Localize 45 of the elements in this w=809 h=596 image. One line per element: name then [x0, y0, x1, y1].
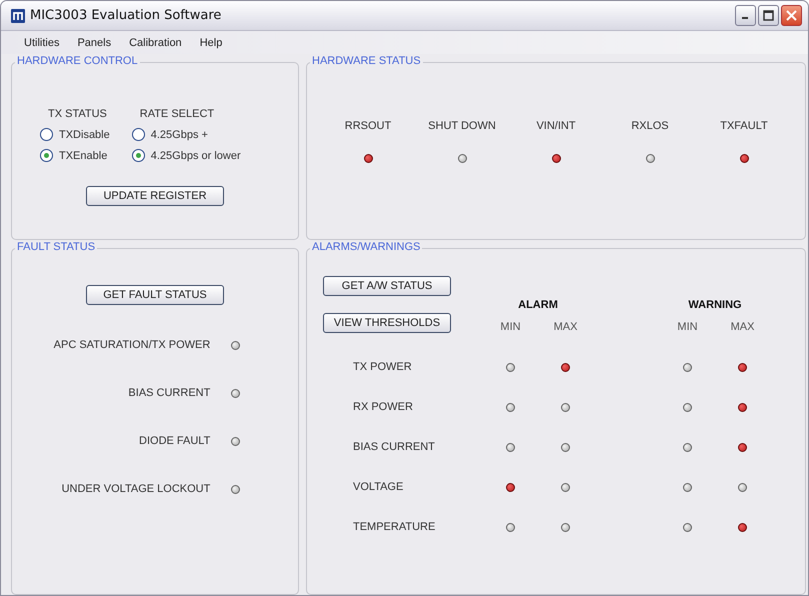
update-register-button[interactable]: UPDATE REGISTER: [86, 186, 224, 206]
column-header: MIN: [500, 321, 521, 333]
group-label: RATE SELECT: [138, 108, 216, 120]
indicator-label: VIN/INT: [536, 120, 576, 132]
group-label: TX STATUS: [47, 108, 108, 120]
window-title: MIC3003 Evaluation Software: [30, 8, 222, 23]
panel-title: FAULT STATUS: [15, 241, 98, 253]
fault-label: DIODE FAULT: [139, 435, 210, 447]
column-header: MAX: [554, 321, 578, 333]
get-fault-status-button[interactable]: GET FAULT STATUS: [86, 285, 224, 305]
menu-item[interactable]: Help: [190, 36, 232, 48]
indicator-label: RXLOS: [631, 120, 669, 132]
menu-item[interactable]: Panels: [68, 36, 120, 48]
group-heading: WARNING: [688, 299, 742, 311]
maximize-icon: [763, 10, 774, 21]
column-header: MIN: [677, 321, 698, 333]
panel-title: HARDWARE CONTROL: [15, 55, 140, 67]
minimize-button[interactable]: [735, 5, 756, 26]
panel-action-button[interactable]: GET A/W STATUS: [323, 276, 451, 296]
row-label: TX POWER: [352, 360, 412, 375]
panel-action-button[interactable]: VIEW THRESHOLDS: [323, 312, 451, 332]
close-icon: [786, 10, 797, 21]
panel-title: ALARMS/WARNINGS: [310, 241, 422, 253]
menu-item[interactable]: Calibration: [120, 36, 191, 48]
fault-label: BIAS CURRENT: [128, 387, 210, 399]
radio-option[interactable]: 4.25Gbps or lower: [132, 149, 241, 162]
indicator-label: SHUT DOWN: [428, 120, 496, 132]
row-label: VOLTAGE: [352, 480, 404, 495]
radio-option[interactable]: TXDisable: [40, 128, 110, 141]
row-label: BIAS CURRENT: [352, 440, 435, 455]
row-label: RX POWER: [352, 400, 413, 415]
panel-title: HARDWARE STATUS: [310, 55, 423, 67]
radio-option[interactable]: TXEnable: [40, 149, 110, 162]
indicator-label: TXFAULT: [720, 120, 768, 132]
indicator-label: RRSOUT: [344, 120, 392, 132]
radio-option[interactable]: 4.25Gbps +: [132, 128, 241, 141]
row-label: TEMPERATURE: [352, 520, 436, 535]
app-logo-icon: [11, 8, 25, 22]
fault-label: APC SATURATION/TX POWER: [54, 339, 210, 351]
menu-item[interactable]: Utilities: [15, 36, 68, 48]
maximize-button[interactable]: [758, 5, 779, 26]
group-heading: ALARM: [518, 299, 558, 311]
close-button[interactable]: [781, 5, 802, 26]
column-header: MAX: [730, 321, 754, 333]
fault-label: UNDER VOLTAGE LOCKOUT: [62, 483, 210, 495]
